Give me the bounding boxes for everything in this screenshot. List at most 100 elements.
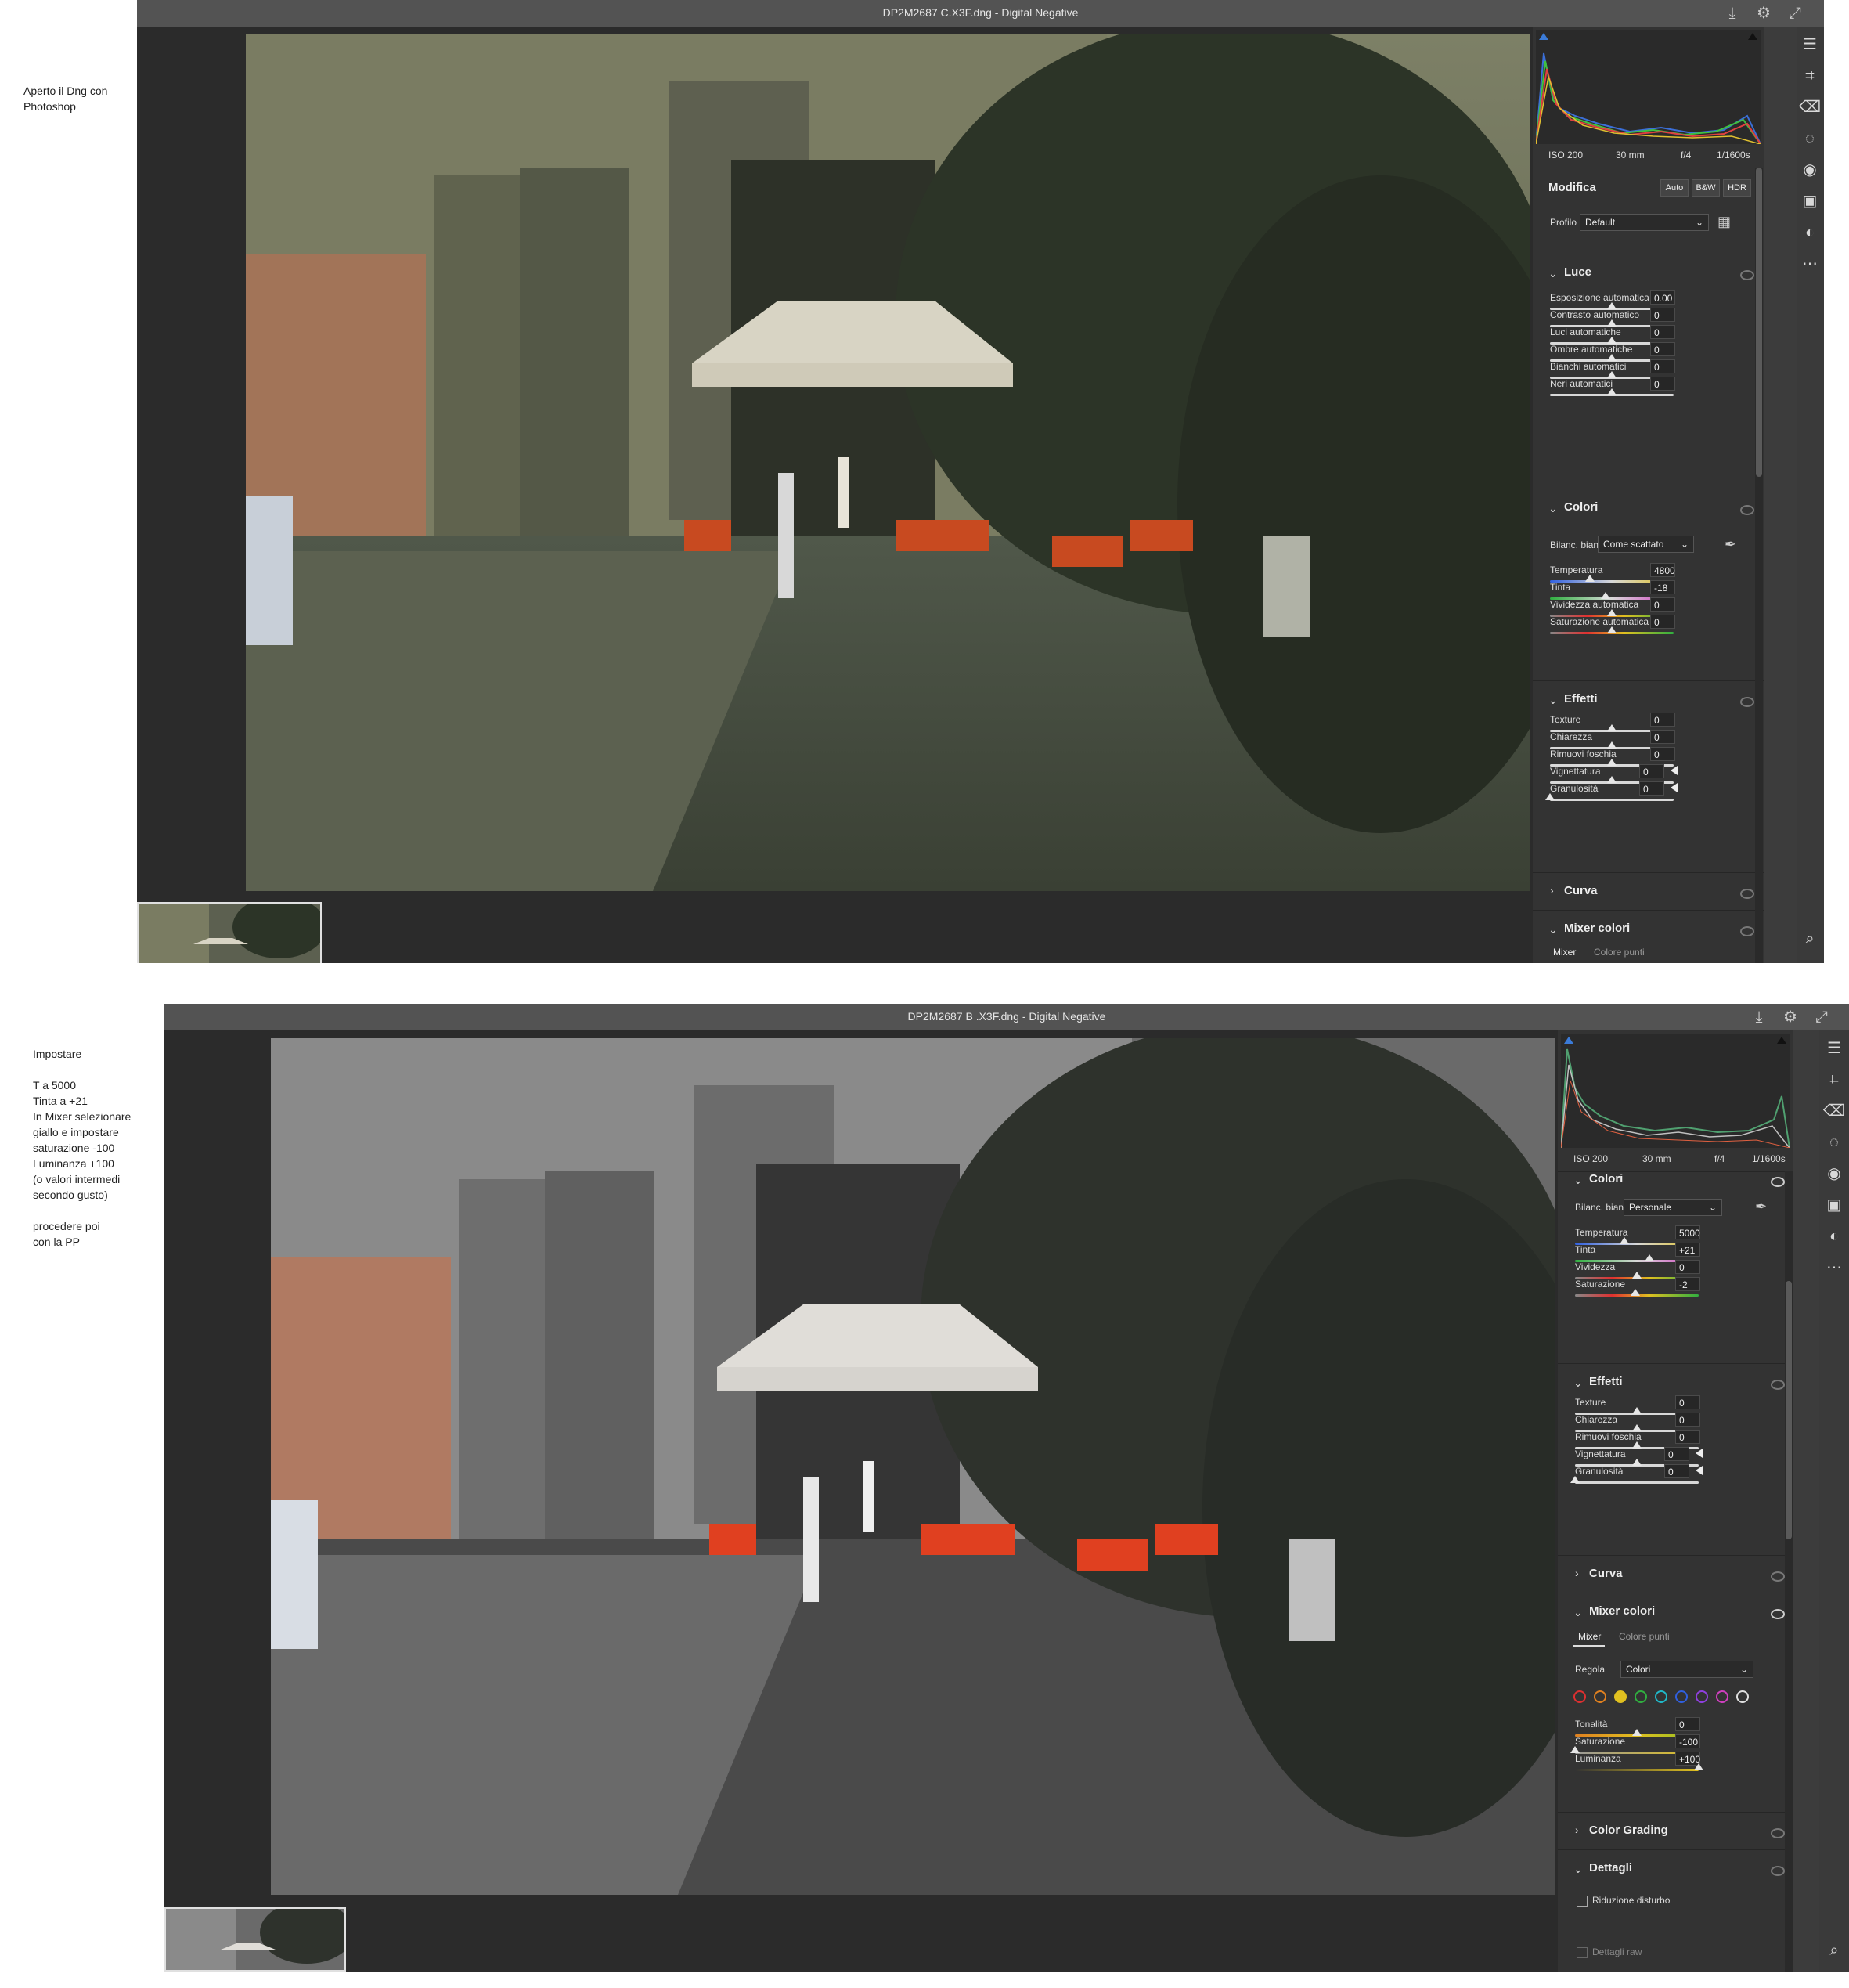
slider-value-field[interactable]: 0 — [1664, 1447, 1689, 1461]
auto-button[interactable]: Auto — [1660, 179, 1689, 197]
highlight-clip-icon[interactable] — [1748, 33, 1757, 40]
slider-handle[interactable] — [1607, 302, 1617, 309]
shadow-clip-icon[interactable] — [1539, 33, 1548, 40]
color-dot[interactable] — [1736, 1690, 1749, 1703]
effetti-title[interactable]: Effetti — [1564, 692, 1598, 705]
eyedropper-icon[interactable]: ✒ — [1755, 1199, 1767, 1215]
eye-icon[interactable] — [1771, 1571, 1785, 1582]
chevron-right-icon[interactable]: › — [1550, 884, 1554, 897]
slider-handle[interactable] — [1620, 1237, 1630, 1244]
slider-handle[interactable] — [1607, 371, 1617, 378]
mixer-title[interactable]: Mixer colori — [1589, 1604, 1655, 1618]
colori-title[interactable]: Colori — [1564, 500, 1598, 514]
chevron-down-icon[interactable]: ⌄ — [1548, 923, 1558, 936]
mixer-title[interactable]: Mixer colori — [1564, 922, 1630, 935]
slider-handle[interactable] — [1584, 575, 1595, 582]
presets-icon[interactable]: ◐ — [1822, 1225, 1846, 1248]
shadow-clip-icon[interactable] — [1564, 1037, 1573, 1044]
slider-value-field[interactable]: 0 — [1650, 730, 1675, 744]
slider-value-field[interactable]: 0 — [1650, 747, 1675, 761]
slider-value-field[interactable]: 0 — [1650, 377, 1675, 391]
dettagli-title[interactable]: Dettagli — [1589, 1861, 1632, 1874]
color-dot[interactable] — [1696, 1690, 1708, 1703]
chevron-down-icon[interactable]: ⌄ — [1573, 1376, 1583, 1390]
slider-handle[interactable] — [1694, 1763, 1703, 1770]
slider-handle[interactable] — [1570, 1476, 1580, 1483]
slider-handle[interactable] — [1607, 626, 1617, 633]
slider-handle[interactable] — [1570, 1746, 1580, 1753]
redeye-icon[interactable]: ◉ — [1798, 158, 1822, 182]
eyedropper-icon[interactable]: ✒ — [1725, 536, 1736, 553]
save-icon[interactable]: ⤓ — [1750, 1008, 1768, 1026]
color-dot[interactable] — [1675, 1690, 1688, 1703]
triangle-left-icon[interactable] — [1671, 783, 1678, 792]
slider-value-field[interactable]: -100 — [1675, 1734, 1700, 1748]
slider-value-field[interactable]: 0 — [1650, 308, 1675, 322]
snapshots-icon[interactable]: ▣ — [1822, 1193, 1846, 1217]
slider-handle[interactable] — [1632, 1272, 1642, 1279]
more-icon[interactable]: ⋯ — [1822, 1256, 1846, 1279]
slider-value-field[interactable]: 0 — [1664, 1464, 1689, 1478]
presets-icon[interactable]: ◐ — [1798, 221, 1822, 244]
color-dot[interactable] — [1716, 1690, 1728, 1703]
regola-dropdown[interactable]: Colori ⌄ — [1620, 1661, 1753, 1678]
effetti-title[interactable]: Effetti — [1589, 1375, 1623, 1388]
chevron-down-icon[interactable]: ⌄ — [1573, 1606, 1583, 1619]
zoom-icon[interactable]: ⌕ — [1822, 1939, 1846, 1962]
chevron-down-icon[interactable]: ⌄ — [1548, 267, 1558, 280]
slider-value-field[interactable]: 0 — [1675, 1395, 1700, 1409]
photo-preview[interactable] — [246, 34, 1530, 891]
tab-mixer[interactable]: Mixer — [1553, 947, 1576, 958]
color-dot[interactable] — [1655, 1690, 1667, 1703]
tab-mixer[interactable]: Mixer — [1578, 1631, 1601, 1642]
crop-icon[interactable]: ⌗ — [1798, 64, 1822, 88]
chevron-down-icon[interactable]: ⌄ — [1548, 694, 1558, 707]
color-grading-title[interactable]: Color Grading — [1589, 1824, 1668, 1837]
slider-value-field[interactable]: 0 — [1650, 615, 1675, 629]
scrollbar-thumb[interactable] — [1786, 1281, 1792, 1539]
panel-scrollbar[interactable] — [1755, 168, 1763, 963]
color-dot[interactable] — [1594, 1690, 1606, 1703]
chevron-down-icon[interactable]: ⌄ — [1573, 1174, 1583, 1187]
eye-icon[interactable] — [1740, 889, 1754, 899]
slider-handle[interactable] — [1607, 741, 1617, 749]
chevron-right-icon[interactable]: › — [1575, 1567, 1579, 1579]
color-dot[interactable] — [1573, 1690, 1586, 1703]
slider-handle[interactable] — [1631, 1289, 1641, 1296]
eraser-icon[interactable]: ⌫ — [1798, 96, 1822, 119]
slider-value-field[interactable]: 4800 — [1650, 563, 1675, 577]
slider-value-field[interactable]: 0 — [1650, 342, 1675, 356]
slider-handle[interactable] — [1545, 793, 1555, 800]
mask-icon[interactable]: ◌ — [1798, 127, 1822, 150]
edit-sliders-icon[interactable]: ☰ — [1798, 33, 1822, 56]
color-dot[interactable] — [1635, 1690, 1647, 1703]
slider-handle[interactable] — [1632, 1729, 1642, 1736]
curva-title[interactable]: Curva — [1589, 1567, 1623, 1580]
triangle-left-icon[interactable] — [1696, 1466, 1703, 1475]
slider-track[interactable] — [1550, 799, 1674, 801]
slider-value-field[interactable]: 0 — [1675, 1413, 1700, 1427]
eye-icon[interactable] — [1740, 270, 1754, 280]
slider-value-field[interactable]: 0 — [1675, 1717, 1700, 1731]
eye-icon[interactable] — [1771, 1609, 1785, 1619]
redeye-icon[interactable]: ◉ — [1822, 1162, 1846, 1185]
triangle-left-icon[interactable] — [1671, 766, 1678, 775]
raw-checkbox[interactable] — [1577, 1947, 1588, 1958]
zoom-icon[interactable]: ⌕ — [1798, 927, 1822, 951]
slider-handle[interactable] — [1607, 776, 1617, 783]
filmstrip-thumbnail[interactable] — [164, 1907, 346, 1972]
tab-colore-punti[interactable]: Colore punti — [1594, 947, 1645, 958]
wb-dropdown[interactable]: Come scattato ⌄ — [1598, 536, 1694, 553]
slider-handle[interactable] — [1607, 388, 1617, 395]
mask-icon[interactable]: ◌ — [1822, 1131, 1846, 1154]
slider-value-field[interactable]: 0.00 — [1650, 290, 1675, 305]
color-dot[interactable] — [1614, 1690, 1627, 1703]
panel-scrollbar[interactable] — [1785, 1171, 1793, 1972]
colori-title[interactable]: Colori — [1589, 1172, 1623, 1185]
slider-track[interactable] — [1575, 1769, 1699, 1771]
scrollbar-thumb[interactable] — [1756, 168, 1762, 477]
slider-value-field[interactable]: 0 — [1650, 597, 1675, 612]
wb-dropdown[interactable]: Personale ⌄ — [1624, 1199, 1722, 1216]
photo-preview[interactable] — [271, 1038, 1555, 1895]
highlight-clip-icon[interactable] — [1777, 1037, 1786, 1044]
